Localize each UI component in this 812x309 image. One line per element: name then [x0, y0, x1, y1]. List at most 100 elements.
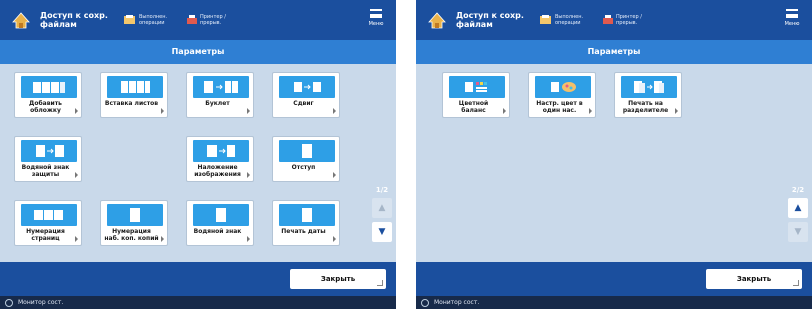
menu-icon: [370, 9, 382, 18]
tile-print-on-tab[interactable]: Печать на разделителе: [614, 72, 682, 118]
printer-interrupt-button[interactable]: Принтер / прерыв.: [603, 14, 650, 26]
booklet-icon: [193, 76, 249, 98]
job-history-label: Выполнен. операции: [555, 14, 584, 26]
image-overlay-icon: [193, 140, 249, 162]
printer-interrupt-button[interactable]: Принтер / прерыв.: [187, 14, 234, 26]
close-button[interactable]: Закрыть: [290, 269, 386, 289]
tile-page-numbering[interactable]: Нумерация страниц: [14, 200, 82, 246]
page-title: Параметры: [416, 40, 812, 64]
tile-label: Буклет: [205, 100, 230, 107]
tile-arrow-icon: [247, 236, 250, 242]
bottom-bar: Закрыть: [0, 262, 396, 296]
tile-label: Водяной знак защиты: [21, 164, 70, 178]
pager: 2/2 ▲ ▼: [788, 186, 808, 242]
job-history-button[interactable]: Выполнен. операции: [540, 14, 589, 26]
tile-one-touch-color[interactable]: Настр. цвет в один нас.: [528, 72, 596, 118]
tile-label: Наложение изображения: [194, 164, 241, 178]
screenshots-container: Доступ к сохр. файлам Выполнен. операции…: [0, 0, 812, 309]
tile-print-date[interactable]: Печать даты: [272, 200, 340, 246]
scroll-up-button[interactable]: ▲: [372, 198, 392, 218]
top-bar: Доступ к сохр. файлам Выполнен. операции…: [416, 0, 812, 40]
tile-label: Водяной знак: [193, 228, 242, 235]
tile-booklet[interactable]: Буклет: [186, 72, 254, 118]
tile-add-cover[interactable]: Добавить обложку: [14, 72, 82, 118]
status-monitor-label: Монитор сост.: [18, 299, 64, 306]
tile-gutter[interactable]: Отступ: [272, 136, 340, 182]
status-bar[interactable]: Монитор сост.: [0, 296, 396, 309]
home-icon[interactable]: [422, 5, 452, 35]
tile-arrow-icon: [333, 172, 336, 178]
top-bar: Доступ к сохр. файлам Выполнен. операции…: [0, 0, 396, 40]
printer-interrupt-label: Принтер / прерыв.: [616, 14, 642, 26]
tile-label: Нумерация наб. коп. копий: [104, 228, 159, 242]
page-title: Параметры: [0, 40, 396, 64]
tile-watermark[interactable]: Водяной знак: [186, 200, 254, 246]
corner-icon: [377, 280, 383, 286]
tile-label: Цветной баланс: [458, 100, 489, 114]
tile-arrow-icon: [75, 108, 78, 114]
shift-icon: [279, 76, 335, 98]
watermark-icon: [193, 204, 249, 226]
tile-arrow-icon: [589, 108, 592, 114]
tile-shift[interactable]: Сдвиг: [272, 72, 340, 118]
tile-label: Отступ: [291, 164, 316, 171]
secure-watermark-icon: [21, 140, 77, 162]
one-touch-color-icon: [535, 76, 591, 98]
color-balance-icon: [449, 76, 505, 98]
app-title: Доступ к сохр. файлам: [40, 11, 108, 29]
tile-label: Настр. цвет в один нас.: [536, 100, 583, 114]
pager: 1/2 ▲ ▼: [372, 186, 392, 242]
tile-color-balance[interactable]: Цветной баланс: [442, 72, 510, 118]
job-history-icon: [540, 15, 551, 24]
status-bar[interactable]: Монитор сост.: [416, 296, 812, 309]
options-grid: Цветной баланс Настр. цвет в один нас. П…: [424, 68, 774, 262]
tile-arrow-icon: [161, 108, 164, 114]
bottom-bar: Закрыть: [416, 262, 812, 296]
tile-copy-set-numbering[interactable]: Нумерация наб. коп. копий: [100, 200, 168, 246]
job-history-button[interactable]: Выполнен. операции: [124, 14, 173, 26]
close-label: Закрыть: [736, 275, 772, 283]
close-button[interactable]: Закрыть: [706, 269, 802, 289]
gutter-icon: [279, 140, 335, 162]
home-icon[interactable]: [6, 5, 36, 35]
menu-icon: [786, 9, 798, 18]
printer-icon: [187, 15, 197, 24]
tile-secure-watermark[interactable]: Водяной знак защиты: [14, 136, 82, 182]
copy-set-numbering-icon: [107, 204, 163, 226]
tile-arrow-icon: [75, 172, 78, 178]
tile-arrow-icon: [675, 108, 678, 114]
scroll-down-button[interactable]: ▼: [788, 222, 808, 242]
menu-button[interactable]: Меню: [364, 6, 388, 34]
job-history-label: Выполнен. операции: [139, 14, 168, 26]
corner-icon: [793, 280, 799, 286]
options-screen-page-1: Доступ к сохр. файлам Выполнен. операции…: [0, 0, 396, 309]
tile-label: Вставка листов: [104, 100, 159, 107]
tile-label: Добавить обложку: [29, 100, 62, 114]
menu-button[interactable]: Меню: [780, 6, 804, 34]
status-monitor-icon: [421, 299, 429, 307]
printer-interrupt-label: Принтер / прерыв.: [200, 14, 226, 26]
scroll-down-button[interactable]: ▼: [372, 222, 392, 242]
tile-image-overlay[interactable]: Наложение изображения: [186, 136, 254, 182]
tile-label: Печать на разделителе: [622, 100, 669, 114]
menu-label: Меню: [368, 21, 384, 27]
options-grid: Добавить обложку Вставка листов Буклет С…: [8, 68, 358, 262]
page-numbering-icon: [21, 204, 77, 226]
status-monitor-icon: [5, 299, 13, 307]
print-on-tab-icon: [621, 76, 677, 98]
tile-arrow-icon: [247, 108, 250, 114]
job-history-icon: [124, 15, 135, 24]
insert-sheets-icon: [107, 76, 163, 98]
menu-label: Меню: [784, 21, 800, 27]
page-indicator: 1/2: [375, 186, 389, 194]
status-monitor-label: Монитор сост.: [434, 299, 480, 306]
tile-label: Печать даты: [281, 228, 326, 235]
tile-arrow-icon: [161, 236, 164, 242]
print-date-icon: [279, 204, 335, 226]
tile-arrow-icon: [247, 172, 250, 178]
page-indicator: 2/2: [791, 186, 805, 194]
scroll-up-button[interactable]: ▲: [788, 198, 808, 218]
tile-arrow-icon: [503, 108, 506, 114]
cover-pages-icon: [21, 76, 77, 98]
tile-insert-sheets[interactable]: Вставка листов: [100, 72, 168, 118]
